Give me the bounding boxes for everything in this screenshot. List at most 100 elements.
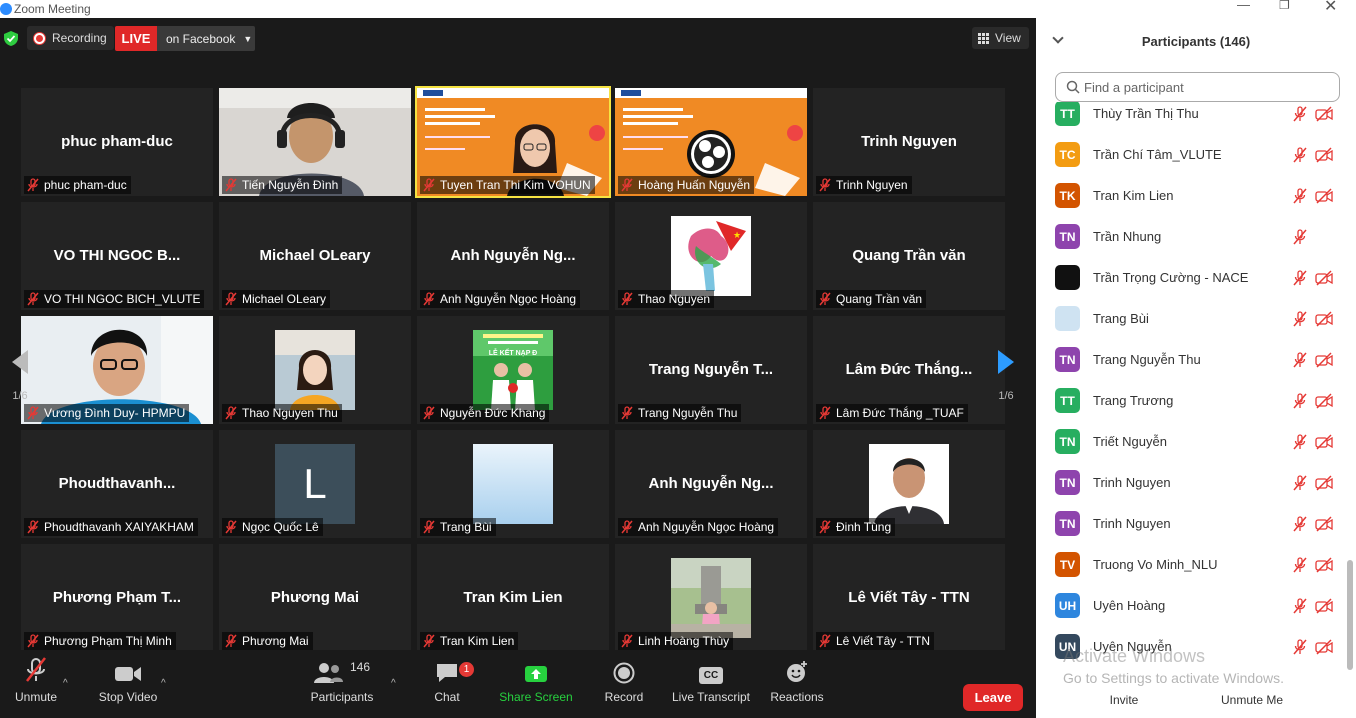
close-icon[interactable]: ✕ xyxy=(1324,0,1337,16)
prev-page-button[interactable]: 1/6 xyxy=(0,326,40,426)
participant-name-label: Anh Nguyễn Ngọc Hoàng xyxy=(618,518,779,536)
participant-row[interactable]: TT Thùy Trần Thị Thu xyxy=(1036,102,1356,134)
participant-row[interactable]: TT Trang Trương xyxy=(1036,380,1356,421)
participant-avatar: UH xyxy=(1055,593,1080,618)
participant-tile[interactable]: Trang Bùi xyxy=(417,430,609,538)
participant-row[interactable]: TN Trang Nguyễn Thu xyxy=(1036,339,1356,380)
mic-muted-icon[interactable] xyxy=(1292,146,1308,163)
participants-label: Participants xyxy=(310,690,374,704)
unmute-button[interactable]: Unmute xyxy=(10,650,62,718)
invite-button[interactable]: Invite xyxy=(1094,688,1154,712)
participant-row[interactable]: TN Trinh Nguyen xyxy=(1036,462,1356,503)
participant-row[interactable]: TN Trần Nhung xyxy=(1036,216,1356,257)
participant-tile[interactable]: Anh Nguyễn Ng... Anh Nguyễn Ngọc Hoàng xyxy=(615,430,807,538)
unmute-me-button[interactable]: Unmute Me xyxy=(1214,688,1290,712)
participant-row[interactable]: Trang Bùi xyxy=(1036,298,1356,339)
recording-indicator[interactable]: Recording xyxy=(27,26,114,50)
video-off-icon[interactable] xyxy=(1315,433,1333,450)
avatar-letter: L xyxy=(275,444,355,524)
participant-tile[interactable]: LỄ KẾT NẠP Đ Nguyễn Đức Khang xyxy=(417,316,609,424)
participant-tile[interactable]: L Ngọc Quốc Lê xyxy=(219,430,411,538)
video-off-icon[interactable] xyxy=(1315,597,1333,614)
participant-tile[interactable]: Phương Mai Phương Mai xyxy=(219,544,411,652)
mic-muted-icon[interactable] xyxy=(1292,638,1308,655)
participant-tile[interactable]: Phoudthavanh... Phoudthavanh XAIYAKHAM xyxy=(21,430,213,538)
participant-list-name: Trần Nhung xyxy=(1093,229,1162,244)
participant-row[interactable]: TN Trinh Nguyen xyxy=(1036,503,1356,544)
participant-tile[interactable]: Vương Đình Duy- HPMPU xyxy=(21,316,213,424)
participant-list-name: Truong Vo Minh_NLU xyxy=(1093,557,1218,572)
participant-name-label: Trang Bùi xyxy=(420,518,496,536)
participant-row[interactable]: TV Truong Vo Minh_NLU xyxy=(1036,544,1356,585)
video-off-icon[interactable] xyxy=(1315,187,1333,204)
participant-tile[interactable]: Phương Phạm T... Phương Phạm Thị Minh xyxy=(21,544,213,652)
chat-button[interactable]: 1 Chat xyxy=(427,650,474,718)
live-target-dropdown[interactable]: on Facebook ▼ xyxy=(157,26,255,51)
participant-tile[interactable]: Hoàng Huấn Nguyễn xyxy=(615,88,807,196)
video-off-icon[interactable] xyxy=(1315,515,1333,532)
participants-options-caret-icon[interactable]: ^ xyxy=(391,678,396,689)
restore-icon[interactable]: ❐ xyxy=(1279,0,1290,12)
video-off-icon[interactable] xyxy=(1315,474,1333,491)
mic-muted-icon[interactable] xyxy=(1292,556,1308,573)
participant-tile[interactable]: ★ Thao Nguyen xyxy=(615,202,807,310)
participant-tile[interactable]: Linh Hoàng Thùy xyxy=(615,544,807,652)
mic-muted-icon[interactable] xyxy=(1292,310,1308,327)
participant-tile[interactable]: Anh Nguyễn Ng... Anh Nguyễn Ngọc Hoàng xyxy=(417,202,609,310)
live-transcript-button[interactable]: CC Live Transcript xyxy=(670,650,752,718)
participant-tile[interactable]: Quang Trần văn Quang Trần văn xyxy=(813,202,1005,310)
stop-video-button[interactable]: Stop Video xyxy=(96,650,160,718)
mic-muted-icon[interactable] xyxy=(1292,433,1308,450)
participant-tile[interactable]: phuc pham-duc phuc pham-duc xyxy=(21,88,213,196)
mic-muted-icon[interactable] xyxy=(1292,597,1308,614)
participant-tile[interactable]: VO THI NGOC B... VO THI NGOC BICH_VLUTE xyxy=(21,202,213,310)
view-button[interactable]: View xyxy=(972,27,1029,49)
video-off-icon[interactable] xyxy=(1315,351,1333,368)
participant-row[interactable]: Trần Trọng Cường - NACE xyxy=(1036,257,1356,298)
participant-tile[interactable]: Trinh Nguyen Trinh Nguyen xyxy=(813,88,1005,196)
participant-list-name: Trinh Nguyen xyxy=(1093,475,1171,490)
participant-list-scrollbar[interactable] xyxy=(1347,560,1353,670)
mic-muted-icon[interactable] xyxy=(1292,228,1308,245)
mic-muted-icon[interactable] xyxy=(1292,269,1308,286)
participant-tile[interactable]: Lâm Đức Thắng... Lâm Đức Thắng _TUAF xyxy=(813,316,1005,424)
record-button[interactable]: Record xyxy=(600,650,648,718)
participant-row[interactable]: TN Triết Nguyễn xyxy=(1036,421,1356,462)
mic-muted-icon[interactable] xyxy=(1292,474,1308,491)
participant-name-label: Nguyễn Đức Khang xyxy=(420,404,550,422)
leave-button[interactable]: Leave xyxy=(963,684,1023,711)
next-page-button[interactable]: 1/6 xyxy=(986,326,1026,426)
participant-row[interactable]: TC Trần Chí Tâm_VLUTE xyxy=(1036,134,1356,175)
minimize-icon[interactable]: — xyxy=(1237,0,1250,12)
participant-search-input[interactable]: Find a participant xyxy=(1055,72,1340,102)
reactions-button[interactable]: Reactions xyxy=(768,650,826,718)
participant-tile[interactable]: Tiến Nguyễn Đình xyxy=(219,88,411,196)
participant-tile[interactable]: Tuyen Tran Thi Kim VOHUN xyxy=(415,86,611,198)
participant-row[interactable]: UH Uyên Hoàng xyxy=(1036,585,1356,626)
video-off-icon[interactable] xyxy=(1315,392,1333,409)
participant-tile[interactable]: Tran Kim Lien Tran Kim Lien xyxy=(417,544,609,652)
share-screen-button[interactable]: Share Screen xyxy=(498,650,574,718)
video-off-icon[interactable] xyxy=(1315,105,1333,122)
audio-options-caret-icon[interactable]: ^ xyxy=(63,678,68,689)
participants-button[interactable]: 146 Participants xyxy=(306,650,378,718)
mic-muted-icon[interactable] xyxy=(1292,351,1308,368)
participant-tile[interactable]: Michael OLeary Michael OLeary xyxy=(219,202,411,310)
video-off-icon[interactable] xyxy=(1315,638,1333,655)
participant-tile[interactable]: Thao Nguyen Thu xyxy=(219,316,411,424)
participant-tile[interactable]: Trang Nguyễn T... Trang Nguyễn Thu xyxy=(615,316,807,424)
mic-muted-icon[interactable] xyxy=(1292,515,1308,532)
mic-muted-icon[interactable] xyxy=(1292,392,1308,409)
video-off-icon[interactable] xyxy=(1315,310,1333,327)
recording-label: Recording xyxy=(52,31,107,45)
video-off-icon[interactable] xyxy=(1315,556,1333,573)
encryption-shield-icon[interactable] xyxy=(4,31,18,46)
mic-muted-icon[interactable] xyxy=(1292,187,1308,204)
participant-tile[interactable]: Đinh Tùng xyxy=(813,430,1005,538)
video-options-caret-icon[interactable]: ^ xyxy=(161,678,166,689)
mic-muted-icon[interactable] xyxy=(1292,105,1308,122)
participant-row[interactable]: TK Tran Kim Lien xyxy=(1036,175,1356,216)
participant-tile[interactable]: Lê Viết Tây - TTN Lê Viết Tây - TTN xyxy=(813,544,1005,652)
video-off-icon[interactable] xyxy=(1315,269,1333,286)
video-off-icon[interactable] xyxy=(1315,146,1333,163)
